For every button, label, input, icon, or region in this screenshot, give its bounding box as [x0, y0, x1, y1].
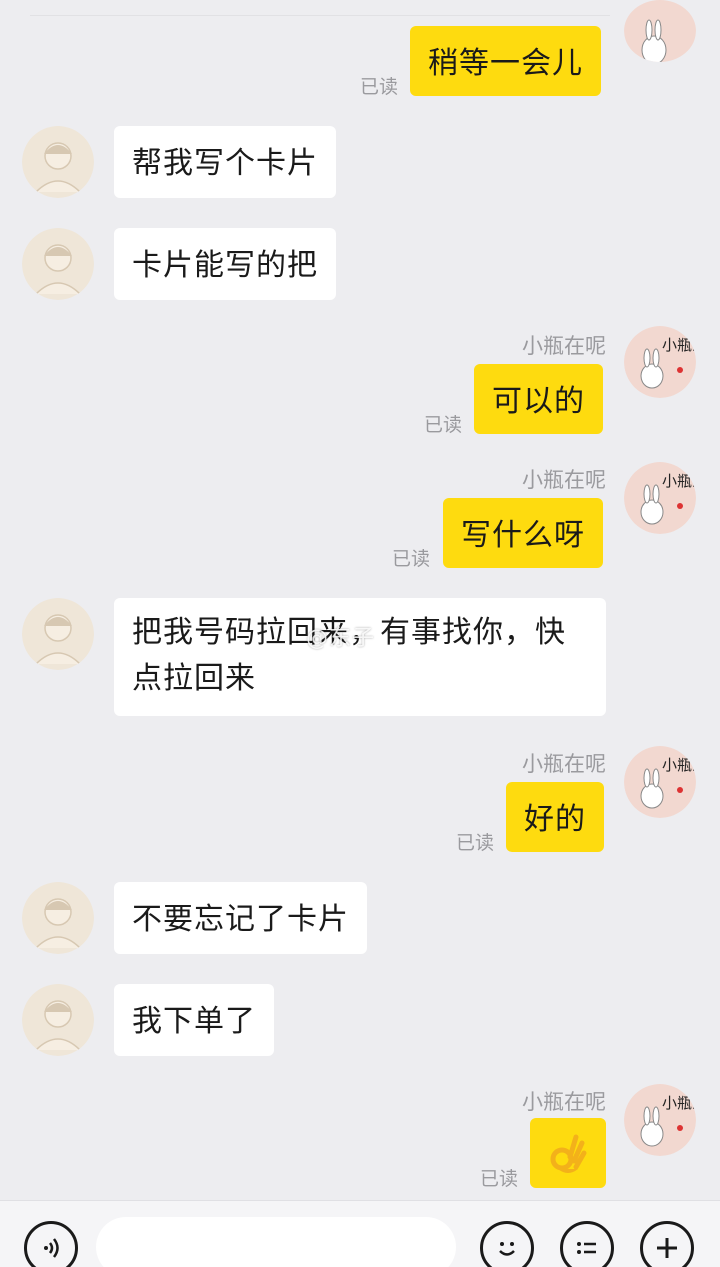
sender-name: 小瓶在呢: [522, 468, 606, 492]
message-input[interactable]: [96, 1217, 456, 1267]
input-toolbar: [0, 1200, 720, 1267]
sender-name: 小瓶在呢: [522, 334, 606, 358]
contact-avatar[interactable]: [22, 126, 94, 198]
message-bubble-incoming[interactable]: 把我号码拉回来，有事找你，快点拉回来: [114, 598, 606, 716]
contact-avatar[interactable]: [22, 882, 94, 954]
voice-icon: [44, 1238, 59, 1258]
read-receipt: 已读: [423, 414, 462, 436]
read-receipt: 已读: [359, 76, 398, 98]
add-button[interactable]: [640, 1221, 694, 1267]
my-avatar[interactable]: 小瓶家: [624, 746, 696, 818]
message-bubble-outgoing[interactable]: 好的: [506, 782, 604, 852]
avatar-brand-text: 小瓶家: [662, 756, 696, 774]
plus-icon: [657, 1238, 677, 1258]
sender-name: 小瓶在呢: [522, 1090, 606, 1114]
my-avatar[interactable]: 小瓶家: [624, 462, 696, 534]
my-avatar[interactable]: 小瓶家: [624, 326, 696, 398]
message-bubble-outgoing[interactable]: 可以的: [474, 364, 603, 434]
read-receipt: 已读: [479, 1168, 518, 1190]
smiley-icon: [499, 1242, 515, 1256]
watermark: @东子: [306, 626, 376, 651]
message-bubble-incoming[interactable]: 帮我写个卡片: [114, 126, 336, 198]
ok-hand-emoji-icon: [550, 1134, 587, 1173]
contact-avatar[interactable]: [22, 598, 94, 670]
sender-name: 小瓶在呢: [522, 752, 606, 776]
menu-button[interactable]: [560, 1221, 614, 1267]
message-bubble-incoming[interactable]: 不要忘记了卡片: [114, 882, 367, 954]
message-bubble-outgoing[interactable]: [530, 1118, 606, 1188]
message-bubble-outgoing[interactable]: 稍等一会儿: [410, 26, 601, 96]
my-avatar[interactable]: [624, 0, 696, 62]
read-receipt: 已读: [391, 548, 430, 570]
message-bubble-outgoing[interactable]: 写什么呀: [443, 498, 603, 568]
previous-message-fragment: [30, 0, 610, 16]
avatar-brand-text: 小瓶家: [662, 472, 696, 490]
chat-area[interactable]: 稍等一会儿 已读 帮我写个卡片 卡片能写的把 小瓶在呢 小瓶家 可以的 已读 小…: [0, 0, 720, 1200]
avatar-brand-text: 小瓶家: [662, 1094, 696, 1112]
emoji-button[interactable]: [480, 1221, 534, 1267]
contact-avatar[interactable]: [22, 228, 94, 300]
avatar-brand-text: 小瓶家: [662, 336, 696, 354]
list-menu-icon: [577, 1242, 596, 1254]
message-bubble-incoming[interactable]: 我下单了: [114, 984, 274, 1056]
my-avatar[interactable]: 小瓶家: [624, 1084, 696, 1156]
message-bubble-incoming[interactable]: 卡片能写的把: [114, 228, 336, 300]
voice-button[interactable]: [24, 1221, 78, 1267]
contact-avatar[interactable]: [22, 984, 94, 1056]
read-receipt: 已读: [455, 832, 494, 854]
